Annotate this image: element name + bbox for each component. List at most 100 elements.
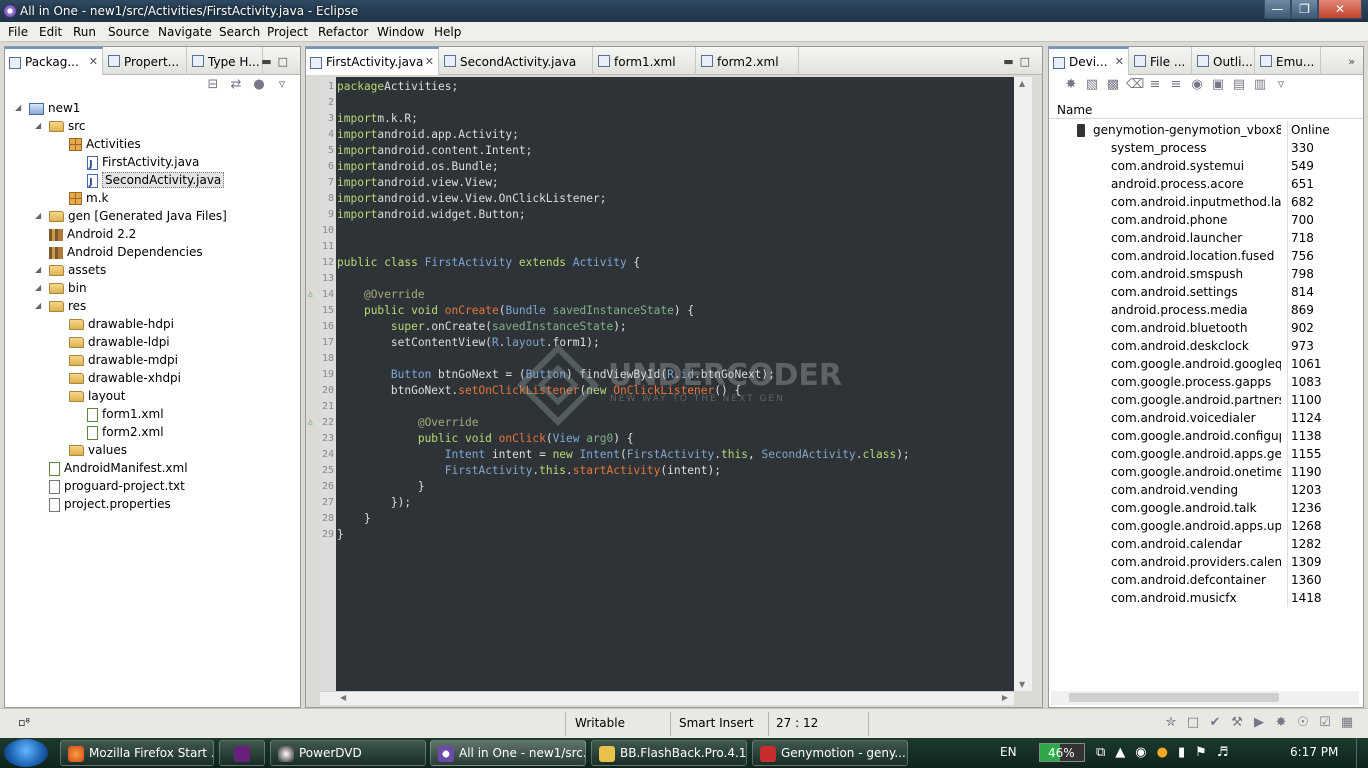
scrollbar-thumb[interactable] bbox=[1069, 693, 1279, 702]
menu-navigate[interactable]: Navigate bbox=[158, 25, 212, 39]
tab-devices[interactable]: Devi... ✕ bbox=[1049, 47, 1129, 75]
action-center-icon[interactable]: ⚑ bbox=[1195, 745, 1207, 760]
tab-properties[interactable]: Propert... bbox=[104, 47, 187, 75]
language-indicator[interactable]: EN bbox=[1000, 745, 1017, 759]
menu-window[interactable]: Window bbox=[377, 25, 424, 39]
maximize-button[interactable]: ❐ bbox=[1291, 0, 1318, 19]
tree-item[interactable]: ◢ gen [Generated Java Files] bbox=[35, 207, 227, 225]
tree-item[interactable]: form2.xml bbox=[87, 423, 164, 441]
tab-file-explorer[interactable]: File ... bbox=[1130, 47, 1192, 75]
run-icon[interactable]: ▶ bbox=[1251, 715, 1267, 731]
expand-toggle-icon[interactable]: ◢ bbox=[35, 261, 41, 279]
process-row[interactable]: com.google.process.gapps 1083 bbox=[1049, 373, 1349, 391]
override-marker-icon[interactable]: △ bbox=[308, 289, 313, 298]
tree-item[interactable]: drawable-hdpi bbox=[69, 315, 174, 333]
devices-horizontal-scrollbar[interactable] bbox=[1051, 691, 1359, 705]
process-row[interactable]: com.android.bluetooth 902 bbox=[1049, 319, 1349, 337]
tree-item[interactable]: proguard-project.txt bbox=[49, 477, 185, 495]
tree-item[interactable]: Android 2.2 bbox=[49, 225, 136, 243]
dump-hprof-icon[interactable]: ▩ bbox=[1105, 77, 1121, 93]
code-line[interactable]: } bbox=[337, 527, 344, 543]
link-with-editor-icon[interactable]: ⇄ bbox=[228, 77, 244, 93]
update-heap-icon[interactable]: ▧ bbox=[1084, 77, 1100, 93]
menu-project[interactable]: Project bbox=[267, 25, 308, 39]
process-row[interactable]: com.google.android.apps.uploader 1268 bbox=[1049, 517, 1349, 535]
reset-adb-icon[interactable]: ▥ bbox=[1252, 77, 1268, 93]
screen-capture-icon[interactable]: ▣ bbox=[1210, 77, 1226, 93]
menu-search[interactable]: Search bbox=[219, 25, 260, 39]
tree-item[interactable]: ◢ src bbox=[35, 117, 86, 135]
process-row[interactable]: com.android.providers.calendar 1309 bbox=[1049, 553, 1349, 571]
orange-app-icon[interactable]: ● bbox=[1157, 745, 1168, 760]
code-line[interactable]: } bbox=[337, 511, 371, 527]
code-line[interactable]: } bbox=[337, 479, 425, 495]
debug-icon[interactable]: ✸ bbox=[1273, 715, 1289, 731]
close-icon[interactable]: ✕ bbox=[1115, 55, 1124, 68]
tree-item[interactable]: AndroidManifest.xml bbox=[49, 459, 188, 477]
menu-source[interactable]: Source bbox=[108, 25, 149, 39]
expand-toggle-icon[interactable]: ◢ bbox=[35, 297, 41, 315]
process-row[interactable]: android.process.media 869 bbox=[1049, 301, 1349, 319]
process-row[interactable]: com.google.android.configupdater 1138 bbox=[1049, 427, 1349, 445]
debug-icon[interactable]: ✸ bbox=[1063, 77, 1079, 93]
taskbar-powerdvd[interactable]: PowerDVD bbox=[270, 740, 426, 766]
close-icon[interactable]: ✕ bbox=[425, 55, 434, 68]
tab-second-activity[interactable]: SecondActivity.java bbox=[440, 47, 593, 75]
code-line[interactable]: FirstActivity.this.startActivity(intent)… bbox=[337, 463, 721, 479]
taskbar-genymotion[interactable]: Genymotion - geny... bbox=[752, 740, 908, 766]
view-menu-icon[interactable]: » bbox=[1348, 55, 1361, 68]
expand-toggle-icon[interactable]: ◢ bbox=[35, 207, 41, 225]
process-row[interactable]: com.android.voicedialer 1124 bbox=[1049, 409, 1349, 427]
tasks-icon[interactable]: ☑ bbox=[1317, 715, 1333, 731]
expand-toggle-icon[interactable]: ◢ bbox=[15, 99, 21, 117]
perspective-icon[interactable]: ▦ bbox=[1339, 715, 1355, 731]
tab-package-explorer[interactable]: Packag... ✕ bbox=[5, 47, 103, 75]
menu-file[interactable]: File bbox=[8, 25, 28, 39]
process-row[interactable]: com.android.smspush 798 bbox=[1049, 265, 1349, 283]
tree-item[interactable]: ◢ bin bbox=[35, 279, 87, 297]
expand-toggle-icon[interactable]: ◢ bbox=[35, 117, 41, 135]
code-line[interactable]: importandroid.widget.Button; bbox=[337, 207, 526, 223]
tab-type-hierarchy[interactable]: Type H... bbox=[188, 47, 263, 75]
fast-view-icon[interactable]: ▫⁸ bbox=[18, 716, 30, 729]
process-row[interactable]: com.google.android.googlequicksearchbox 1… bbox=[1049, 355, 1349, 373]
taskbar-eclipse[interactable]: All in One - new1/src... bbox=[430, 740, 586, 766]
process-row[interactable]: com.android.vending 1203 bbox=[1049, 481, 1349, 499]
process-row[interactable]: android.process.acore 651 bbox=[1049, 175, 1349, 193]
taskbar-visual-studio[interactable] bbox=[219, 740, 265, 766]
view-menu-icon[interactable]: ▿ bbox=[274, 77, 290, 93]
tree-item[interactable]: values bbox=[69, 441, 127, 459]
taskbar-bbflashback[interactable]: BB.FlashBack.Pro.4.1.... bbox=[591, 740, 747, 766]
network-icon[interactable]: ◉ bbox=[1135, 745, 1146, 760]
column-header-name[interactable]: Name bbox=[1057, 103, 1092, 117]
process-row[interactable]: com.android.settings 814 bbox=[1049, 283, 1349, 301]
systrace-icon[interactable]: ▤ bbox=[1231, 77, 1247, 93]
expand-toggle-icon[interactable]: ◢ bbox=[35, 279, 41, 297]
tree-item[interactable]: SecondActivity.java bbox=[87, 171, 225, 192]
tree-item[interactable]: Android Dependencies bbox=[49, 243, 203, 261]
tree-item[interactable]: ◢ res bbox=[35, 297, 86, 315]
process-row[interactable]: com.android.systemui 549 bbox=[1049, 157, 1349, 175]
tree-item[interactable]: drawable-mdpi bbox=[69, 351, 178, 369]
menu-edit[interactable]: Edit bbox=[39, 25, 62, 39]
process-row[interactable]: system_process 330 bbox=[1049, 139, 1349, 157]
volume-icon[interactable]: ♬ bbox=[1217, 745, 1229, 760]
code-line[interactable]: public void onClick(View arg0) { bbox=[337, 431, 634, 447]
start-button[interactable] bbox=[4, 739, 48, 767]
tree-item[interactable]: m.k bbox=[69, 189, 108, 207]
tab-first-activity[interactable]: FirstActivity.java ✕ bbox=[306, 47, 439, 75]
tree-item[interactable]: Activities bbox=[69, 135, 141, 153]
code-line[interactable]: public void onCreate(Bundle savedInstanc… bbox=[337, 303, 694, 319]
menu-run[interactable]: Run bbox=[73, 25, 96, 39]
update-threads-icon[interactable]: ≡ bbox=[1147, 77, 1163, 93]
process-row[interactable]: com.google.android.onetimeinitializer 119… bbox=[1049, 463, 1349, 481]
editor-horizontal-scrollbar[interactable]: ◀ ▶ bbox=[320, 691, 1014, 705]
tree-item[interactable]: FirstActivity.java bbox=[87, 153, 199, 174]
android-sdk-manager-icon[interactable]: ✮ bbox=[1163, 715, 1179, 731]
start-method-profiling-icon[interactable]: ≡ bbox=[1168, 77, 1184, 93]
clock[interactable]: 6:17 PM bbox=[1290, 745, 1338, 759]
tab-form2[interactable]: form2.xml bbox=[697, 47, 799, 75]
code-editor[interactable]: 1 2 3 4 5 6 7 8 9 10 11 12 13 14 15 16 17 18 19 20 21 22 23 24 2… bbox=[308, 77, 1014, 691]
process-row[interactable]: com.google.android.talk 1236 bbox=[1049, 499, 1349, 517]
tree-item[interactable]: ◢ new1 bbox=[15, 99, 80, 117]
